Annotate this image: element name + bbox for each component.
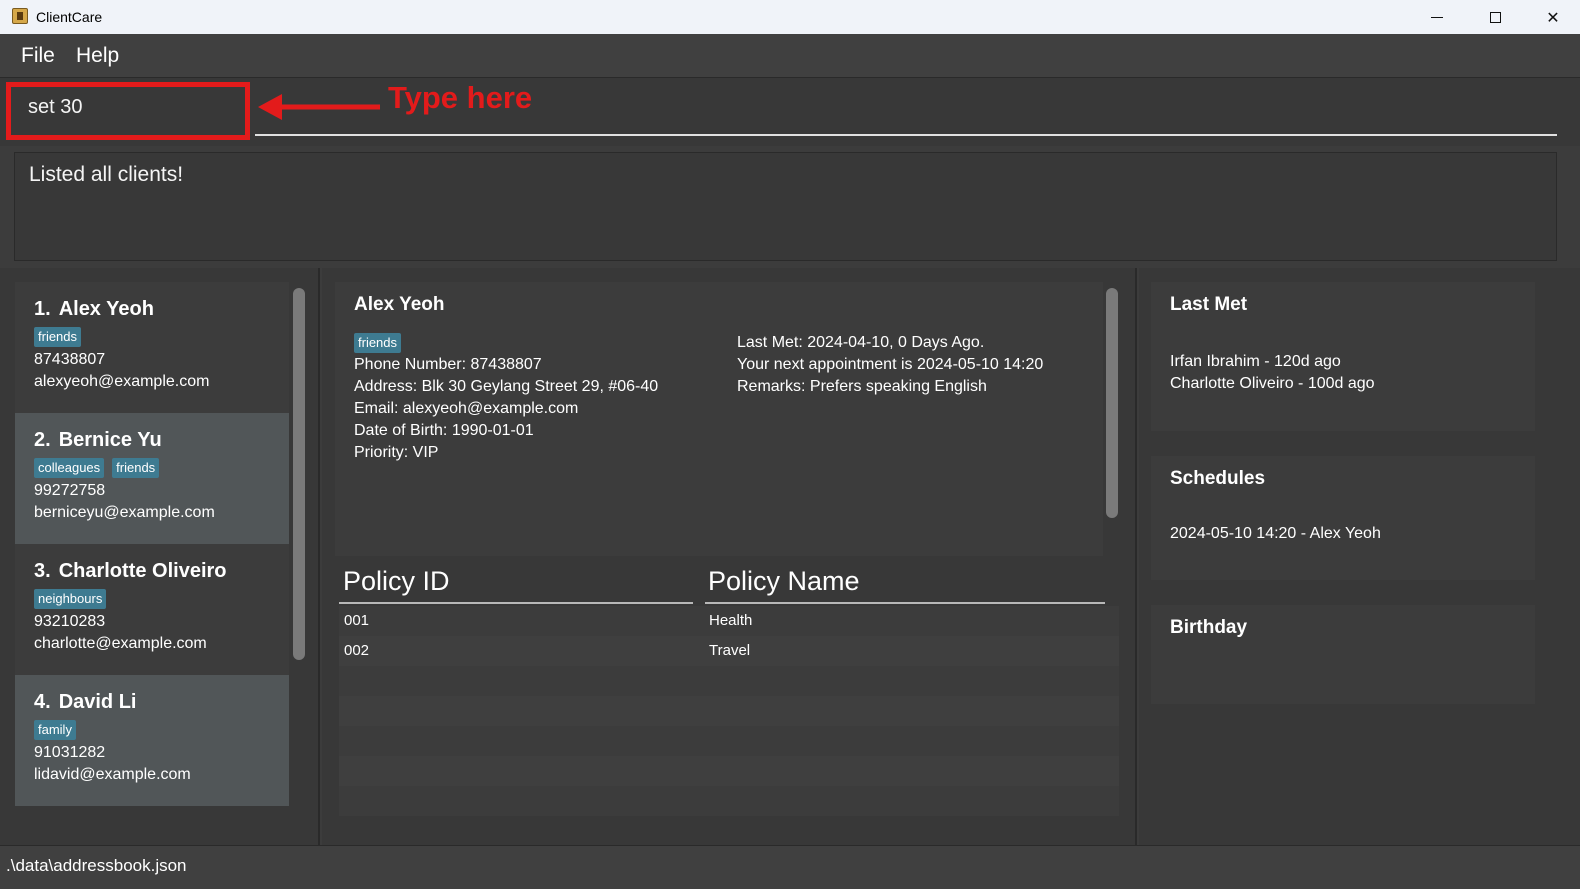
window-title: ClientCare [36,9,103,25]
maximize-icon [1489,11,1501,23]
empty-row [339,756,1119,786]
policy-name-header[interactable]: Policy Name [708,566,860,597]
minimize-icon [1431,16,1443,18]
client-card[interactable]: 1. Alex Yeoh friends 87438807 alexyeoh@ex… [15,282,289,413]
table-row[interactable]: 002 Travel [339,636,1119,666]
client-tag: friends [34,327,82,347]
client-tag: colleagues [34,458,105,478]
maximize-button[interactable] [1466,0,1524,34]
client-email: charlotte@example.com [34,635,207,652]
header-divider [705,602,1105,604]
client-index: 1. [34,298,51,320]
client-name: Charlotte Oliveiro [58,560,227,582]
detail-email: Email: alexyeoh@example.com [354,400,579,417]
policy-id-header[interactable]: Policy ID [343,566,450,597]
close-icon: ✕ [1546,7,1560,27]
schedules-title: Schedules [1170,468,1266,489]
detail-tag: friends [354,333,402,353]
reminders-panel: Last Met Irfan Ibrahim - 120d ago Charlo… [1139,268,1580,845]
annotation-label: Type here [388,80,533,115]
client-phone: 87438807 [34,351,106,368]
client-name: Bernice Yu [58,429,162,451]
client-index: 4. [34,691,51,713]
app-icon [12,8,28,24]
detail-name: Alex Yeoh [354,294,445,315]
policy-name-cell: Travel [709,642,751,659]
client-name: David Li [58,691,137,713]
client-card[interactable]: 4. David Li family 91031282 lidavid@examp… [15,675,289,806]
client-list-panel: 1. Alex Yeoh friends 87438807 alexyeoh@ex… [0,268,320,845]
detail-scrollbar[interactable] [1106,288,1118,518]
empty-row [339,666,1119,696]
schedule-item: 2024-05-10 14:20 - Alex Yeoh [1170,525,1381,542]
result-message: Listed all clients! [29,163,184,186]
client-index: 2. [34,429,51,451]
empty-row [339,696,1119,726]
detail-last-met: Last Met: 2024-04-10, 0 Days Ago. [737,334,985,351]
client-phone: 99272758 [34,482,106,499]
data-file-path: .\data\addressbook.json [6,856,187,875]
client-name: Alex Yeoh [58,298,154,320]
client-card[interactable]: 2. Bernice Yu colleagues friends 99272758 … [15,413,289,544]
minimize-button[interactable] [1408,0,1466,34]
client-email: lidavid@example.com [34,766,191,783]
menu-file[interactable]: File [21,34,55,78]
detail-remarks: Remarks: Prefers speaking English [737,378,987,395]
policy-name-cell: Health [709,612,753,629]
last-met-title: Last Met [1170,294,1248,315]
detail-phone: Phone Number: 87438807 [354,356,542,373]
title-bar: ClientCare ✕ [0,0,1580,34]
menu-bar: File Help [0,34,1580,78]
command-box-area: set 30 [0,78,1580,146]
table-row[interactable]: 001 Health [339,606,1119,636]
close-button[interactable]: ✕ [1524,0,1580,34]
client-tag: neighbours [34,589,107,609]
client-list: 1. Alex Yeoh friends 87438807 alexyeoh@ex… [15,282,290,830]
client-phone: 93210283 [34,613,106,630]
empty-row [339,726,1119,756]
empty-row [339,786,1119,816]
detail-address: Address: Blk 30 Geylang Street 29, #06-4… [354,378,659,395]
schedules-card: Schedules 2024-05-10 14:20 - Alex Yeoh [1151,456,1535,580]
client-email: berniceyu@example.com [34,504,215,521]
policy-id-cell: 002 [344,642,370,659]
client-email: alexyeoh@example.com [34,373,210,390]
header-divider [339,602,693,604]
client-tag: family [34,720,76,740]
detail-next-appointment: Your next appointment is 2024-05-10 14:2… [737,356,1044,373]
detail-priority: Priority: VIP [354,444,439,461]
client-tag: friends [112,458,160,478]
client-card[interactable]: 3. Charlotte Oliveiro neighbours 93210283… [15,544,289,675]
client-index: 3. [34,560,51,582]
client-detail-panel: Alex Yeoh friends Phone Number: 87438807… [322,268,1137,845]
client-phone: 91031282 [34,744,106,761]
annotation-arrow-icon [258,94,380,120]
status-bar: .\data\addressbook.json [0,845,1580,889]
command-input[interactable]: set 30 [28,96,82,119]
last-met-card: Last Met Irfan Ibrahim - 120d ago Charlo… [1151,282,1535,431]
policy-id-cell: 001 [344,612,370,629]
birthday-title: Birthday [1170,617,1248,638]
client-list-scrollbar[interactable] [293,288,305,660]
birthday-card: Birthday [1151,605,1535,704]
result-display: Listed all clients! [14,152,1557,261]
command-input-underline [255,134,1557,136]
client-detail-card: Alex Yeoh friends Phone Number: 87438807… [335,282,1103,556]
last-met-item: Charlotte Oliveiro - 100d ago [1170,375,1375,392]
detail-dob: Date of Birth: 1990-01-01 [354,422,534,439]
menu-help[interactable]: Help [76,34,119,78]
last-met-item: Irfan Ibrahim - 120d ago [1170,353,1341,370]
